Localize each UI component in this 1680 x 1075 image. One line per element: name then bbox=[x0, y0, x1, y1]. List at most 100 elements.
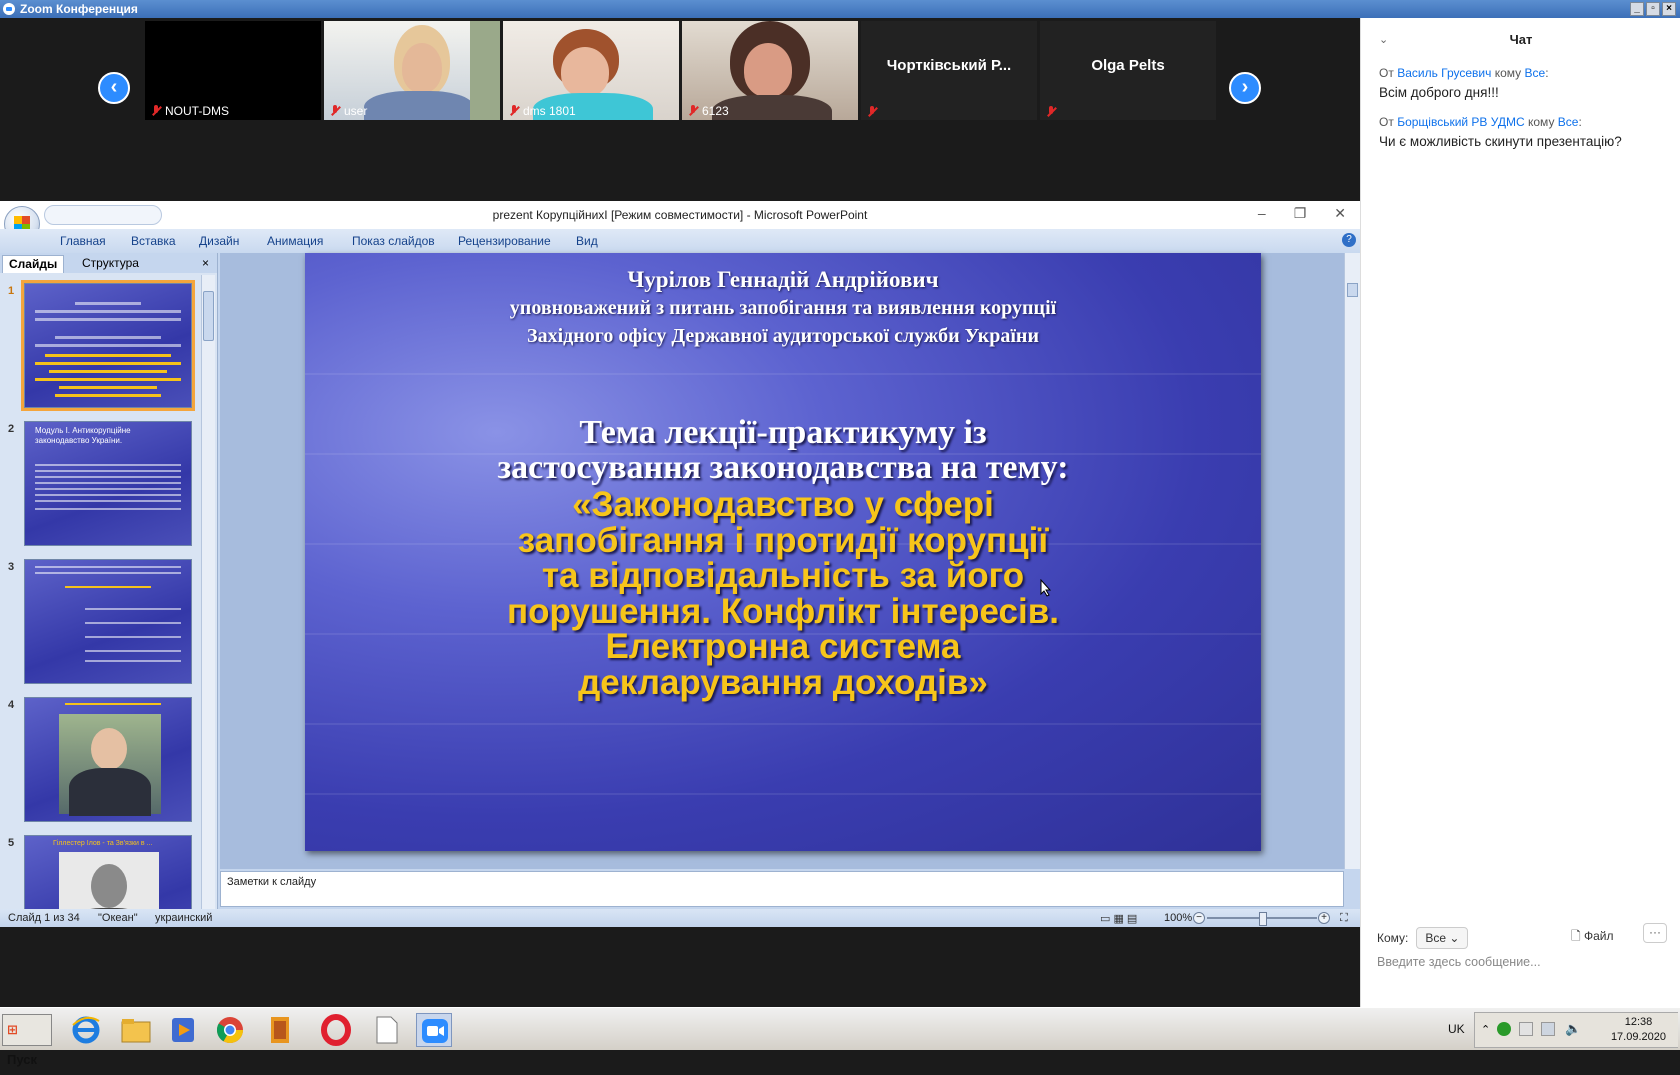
minimize-button[interactable]: _ bbox=[1630, 2, 1644, 16]
chat-message-text: Всім доброго дня!!! bbox=[1379, 85, 1499, 100]
help-icon[interactable]: ? bbox=[1342, 233, 1356, 247]
chat-recipient[interactable]: Все bbox=[1525, 66, 1546, 80]
thumb-number: 5 bbox=[8, 837, 15, 849]
clock-date: 17.09.2020 bbox=[1610, 1031, 1666, 1043]
chat-message-input[interactable]: Введите здесь сообщение... bbox=[1377, 955, 1667, 969]
theme-name: "Океан" bbox=[98, 912, 138, 924]
close-button[interactable]: × bbox=[1662, 2, 1676, 16]
video-tile-dms-1801[interactable]: dms 1801 bbox=[503, 21, 679, 120]
tab-insert[interactable]: Вставка bbox=[131, 234, 176, 248]
slides-pane: Слайды Структура × 1 2 Модуль І. Антикор… bbox=[0, 253, 218, 909]
slide-editing-area: Чурілов Геннадій Андрійович уповноважени… bbox=[220, 253, 1360, 869]
tray-app-icon[interactable] bbox=[1519, 1022, 1533, 1036]
file-button[interactable]: 🗋 Файл bbox=[1571, 927, 1614, 948]
tray-network-icon[interactable] bbox=[1541, 1022, 1555, 1036]
keyboard-language[interactable]: UK bbox=[1448, 1022, 1465, 1036]
slide-author-position: уповноважений з питань запобігання та ви… bbox=[509, 297, 1057, 319]
taskbar: ⊞ Пуск UK ⌃ 🔈 12:38 17.09.2020 bbox=[0, 1007, 1680, 1067]
opera-icon[interactable] bbox=[318, 1013, 354, 1047]
video-tile-6123[interactable]: 6123 bbox=[682, 21, 858, 120]
tab-outline[interactable]: Структура bbox=[76, 255, 145, 273]
slide-thumbnail-1[interactable] bbox=[21, 280, 195, 411]
video-tile-user[interactable]: user bbox=[324, 21, 500, 120]
fit-window-icon[interactable]: ⛶ bbox=[1340, 912, 1348, 925]
slides-pane-scrollbar[interactable] bbox=[201, 275, 215, 909]
mic-muted-icon bbox=[151, 105, 161, 117]
slide-thumbnail-2[interactable]: Модуль І. Антикорупційне законодавство У… bbox=[24, 421, 192, 546]
participant-name: Olga Pelts bbox=[1091, 57, 1165, 74]
system-tray: ⌃ 🔈 12:38 17.09.2020 bbox=[1474, 1012, 1678, 1048]
gallery-prev-button[interactable]: ‹ bbox=[98, 72, 130, 104]
tab-animation[interactable]: Анимация bbox=[267, 234, 323, 248]
chat-sender[interactable]: Василь Грусевич bbox=[1397, 66, 1491, 80]
tab-review[interactable]: Рецензирование bbox=[458, 234, 551, 248]
video-tile-olga-pelts[interactable]: Olga Pelts bbox=[1040, 21, 1216, 120]
view-buttons[interactable]: ▭ ▦ ▤ bbox=[1100, 912, 1137, 925]
thumb-photo bbox=[59, 714, 161, 816]
slide-thumbnail-5[interactable]: Гіллестер Ілов - та Зв'язки в ... bbox=[24, 835, 192, 909]
slide-thumbnail-4[interactable] bbox=[24, 697, 192, 822]
slide-topic-line-2: застосування законодавства на тему: bbox=[497, 449, 1069, 486]
zoom-level[interactable]: 100% bbox=[1164, 912, 1192, 924]
file-explorer-icon[interactable] bbox=[118, 1013, 154, 1047]
tab-design[interactable]: Дизайн bbox=[199, 234, 239, 248]
slide-quote-line-6: декларування доходів» bbox=[578, 662, 988, 702]
tab-slideshow[interactable]: Показ слайдов bbox=[352, 234, 435, 248]
participant-name: 6123 bbox=[702, 104, 729, 118]
language-indicator[interactable]: украинский bbox=[155, 912, 212, 924]
slide-topic-line-1: Тема лекції-практикуму із bbox=[579, 414, 987, 451]
mic-muted-icon bbox=[330, 105, 340, 117]
slide-author-office: Західного офісу Державної аудиторської с… bbox=[527, 325, 1039, 347]
chat-recipient-row: Кому: Все ⌄ bbox=[1377, 927, 1469, 949]
clock[interactable]: 12:38 17.09.2020 bbox=[1611, 1015, 1666, 1045]
ppt-restore-button[interactable]: ❐ bbox=[1294, 205, 1307, 222]
mouse-cursor-icon bbox=[1040, 579, 1052, 597]
slide-quote-line-1: «Законодавство у сфері bbox=[572, 485, 994, 524]
internet-explorer-icon[interactable] bbox=[68, 1013, 104, 1047]
video-gallery-strip: ‹ NOUT-DMS user dms 1801 6123 Чортківськ… bbox=[0, 18, 1360, 201]
document-icon[interactable] bbox=[368, 1013, 404, 1047]
zoom-in-button[interactable]: + bbox=[1318, 912, 1330, 924]
more-options-button[interactable]: ··· bbox=[1643, 923, 1667, 943]
ppt-close-button[interactable]: ✕ bbox=[1334, 205, 1346, 222]
pane-close-icon[interactable]: × bbox=[196, 255, 215, 273]
ppt-window-title: prezent КорупційнихI [Режим совместимост… bbox=[492, 208, 868, 222]
participant-name: NOUT-DMS bbox=[165, 104, 229, 118]
app-icon[interactable] bbox=[262, 1013, 298, 1047]
ppt-minimize-button[interactable]: – bbox=[1258, 205, 1266, 222]
tab-slides[interactable]: Слайды bbox=[2, 255, 65, 273]
slide-quote-line-5: Електронна система bbox=[605, 627, 961, 666]
tab-view[interactable]: Вид bbox=[576, 234, 598, 248]
video-tile-nout-dms[interactable]: NOUT-DMS bbox=[145, 21, 321, 120]
tray-expand-icon[interactable]: ⌃ bbox=[1481, 1023, 1490, 1036]
mic-muted-icon bbox=[867, 106, 877, 118]
slide-vertical-scrollbar[interactable] bbox=[1344, 253, 1360, 869]
volume-icon[interactable]: 🔈 bbox=[1565, 1021, 1581, 1037]
notes-pane[interactable]: Заметки к слайду bbox=[220, 871, 1344, 907]
chrome-icon[interactable] bbox=[212, 1013, 248, 1047]
chat-sender[interactable]: Борщівський РВ УДМС bbox=[1397, 115, 1524, 129]
start-button[interactable]: ⊞ Пуск bbox=[2, 1014, 52, 1067]
recipient-dropdown[interactable]: Все ⌄ bbox=[1416, 927, 1469, 949]
tab-home[interactable]: Главная bbox=[60, 234, 106, 248]
participant-name: Чортківський Р... bbox=[886, 57, 1012, 74]
chat-panel: ⌄ Чат От Василь Грусевич кому Все: Всім … bbox=[1360, 18, 1680, 1007]
zoom-slider[interactable] bbox=[1207, 912, 1317, 926]
zoom-taskbar-icon[interactable] bbox=[416, 1013, 452, 1047]
participant-name: dms 1801 bbox=[523, 104, 576, 118]
thumb-title: Модуль І. Антикорупційне законодавство У… bbox=[35, 426, 131, 445]
restore-button[interactable]: ▫ bbox=[1646, 2, 1660, 16]
slide-counter: Слайд 1 из 34 bbox=[8, 912, 80, 924]
zoom-out-button[interactable]: − bbox=[1193, 912, 1205, 924]
thumb-portrait bbox=[59, 852, 159, 909]
thumb-title: Гіллестер Ілов - та Зв'язки в ... bbox=[53, 840, 153, 847]
current-slide[interactable]: Чурілов Геннадій Андрійович уповноважени… bbox=[305, 253, 1261, 851]
notes-placeholder: Заметки к слайду bbox=[227, 876, 317, 888]
media-player-icon[interactable] bbox=[166, 1013, 202, 1047]
slide-thumbnail-3[interactable] bbox=[24, 559, 192, 684]
tray-shield-icon[interactable] bbox=[1497, 1022, 1511, 1036]
thumb-number: 4 bbox=[8, 699, 15, 711]
gallery-next-button[interactable]: › bbox=[1229, 72, 1261, 104]
chat-recipient[interactable]: Все bbox=[1558, 115, 1579, 129]
video-tile-chortkivskyi[interactable]: Чортківський Р... bbox=[861, 21, 1037, 120]
